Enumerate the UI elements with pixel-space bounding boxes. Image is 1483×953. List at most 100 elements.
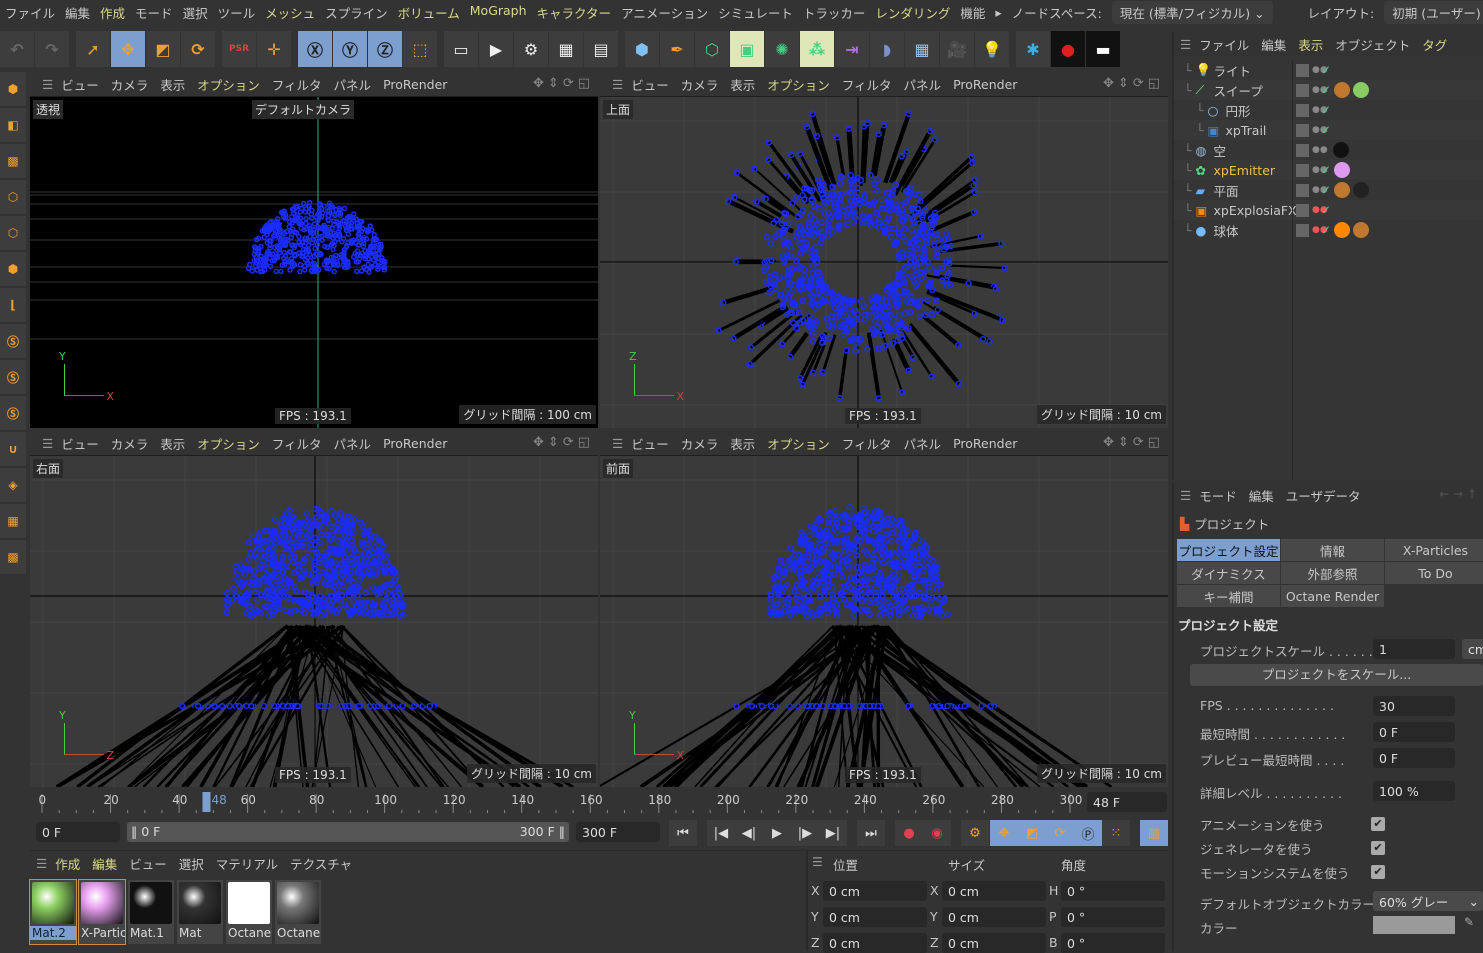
- om-menu-item[interactable]: タグ: [1422, 35, 1447, 54]
- select-tool-icon[interactable]: ➚: [76, 31, 110, 67]
- cloner-icon[interactable]: ✺: [765, 31, 799, 67]
- object-row[interactable]: └○円形●●✓: [1174, 100, 1483, 120]
- object-row[interactable]: └▣xpExplosiaFX●●✓: [1174, 200, 1483, 220]
- nav-arrows-icon[interactable]: ← → ↑: [1439, 487, 1477, 501]
- timeline-window-icon[interactable]: ▥: [1140, 820, 1168, 846]
- mat-menu-item[interactable]: 作成: [55, 854, 80, 873]
- material-thumbnail[interactable]: Mat.2: [30, 880, 76, 944]
- viewport-4[interactable]: ☰ビューカメラ表示オプションフィルタパネルProRender✥⇕⟳◱前面FPS …: [600, 431, 1168, 787]
- enabled-check-icon[interactable]: ✓: [1321, 103, 1331, 117]
- end-frame-field[interactable]: 300 F: [576, 822, 660, 842]
- preview-min-field[interactable]: 0 F: [1373, 748, 1455, 768]
- viewport-canvas[interactable]: 右面FPS : 193.1グリッド間隔 : 10 cmYZ: [30, 456, 598, 787]
- coordinate-field[interactable]: 0 °: [1061, 933, 1165, 953]
- menu-icon[interactable]: ☰: [42, 436, 53, 451]
- viewport-menu-item[interactable]: オプション: [767, 434, 830, 453]
- viewport-menu-item[interactable]: ProRender: [383, 436, 447, 451]
- viewport-nav-icons[interactable]: ✥⇕⟳◱: [533, 76, 594, 91]
- subdivision-icon[interactable]: ⬡: [695, 31, 729, 67]
- viewport-menu-item[interactable]: パネル: [904, 75, 942, 94]
- enabled-check-icon[interactable]: ✓: [1321, 223, 1331, 237]
- layer-icon[interactable]: [1296, 164, 1309, 177]
- viewport-nav-icons[interactable]: ✥⇕⟳◱: [533, 435, 594, 450]
- tag-icon[interactable]: [1334, 182, 1350, 198]
- prev-frame-icon[interactable]: ◀|: [735, 820, 763, 846]
- workplane-icon[interactable]: ◈: [0, 468, 26, 502]
- viewport-menu-item[interactable]: 表示: [730, 75, 755, 94]
- viewport-menu-item[interactable]: オプション: [197, 434, 260, 453]
- coordinate-field[interactable]: 0 cm: [942, 881, 1046, 901]
- object-row[interactable]: └●球体●●✓: [1174, 220, 1483, 240]
- visibility-dots-icon[interactable]: ●●: [1312, 147, 1318, 153]
- viewport-menu-item[interactable]: カメラ: [681, 434, 719, 453]
- menu-item[interactable]: シミュレート: [718, 3, 793, 22]
- points-mode-icon[interactable]: ⬡: [0, 180, 26, 214]
- viewport-menu-item[interactable]: 表示: [730, 434, 755, 453]
- viewport-menu-item[interactable]: フィルタ: [272, 75, 322, 94]
- am-menu-item[interactable]: ユーザデータ: [1286, 486, 1361, 505]
- layer-icon[interactable]: [1296, 124, 1309, 137]
- viewport-menu-item[interactable]: パネル: [334, 75, 372, 94]
- layer-icon[interactable]: [1296, 224, 1309, 237]
- viewport-menu-item[interactable]: カメラ: [111, 434, 149, 453]
- menu-icon[interactable]: ☰: [612, 77, 623, 92]
- octane-light-icon[interactable]: ▬: [1086, 31, 1120, 67]
- menu-icon[interactable]: ☰: [1180, 488, 1191, 503]
- key-position-icon[interactable]: ✥: [990, 820, 1018, 846]
- material-thumbnail[interactable]: Octane: [275, 880, 321, 944]
- menu-item[interactable]: トラッカー: [803, 3, 866, 22]
- prev-key-icon[interactable]: |◀: [707, 820, 735, 846]
- layer-icon[interactable]: [1296, 184, 1309, 197]
- lod-field[interactable]: 100 %: [1373, 781, 1455, 801]
- make-editable-icon[interactable]: ⬢: [0, 72, 26, 106]
- menu-icon[interactable]: ☰: [612, 436, 623, 451]
- key-scale-icon[interactable]: ◩: [1018, 820, 1046, 846]
- tag-icon[interactable]: [1353, 182, 1369, 198]
- layer-icon[interactable]: [1296, 104, 1309, 117]
- material-thumbnail[interactable]: Octane: [226, 880, 272, 944]
- scale-project-button[interactable]: プロジェクトをスケール...: [1190, 664, 1483, 686]
- current-frame-field[interactable]: 48 F: [1087, 792, 1167, 812]
- layer-icon[interactable]: [1296, 84, 1309, 97]
- attribute-tab[interactable]: Octane Render: [1281, 585, 1385, 607]
- viewport-menu-item[interactable]: フィルタ: [842, 75, 892, 94]
- use-animation-checkbox[interactable]: ✔: [1371, 817, 1385, 831]
- enabled-check-icon[interactable]: ✓: [1321, 83, 1331, 97]
- tag-icon[interactable]: [1333, 142, 1349, 158]
- mat-menu-item[interactable]: ビュー: [129, 854, 167, 873]
- mat-menu-item[interactable]: テクスチャ: [290, 854, 352, 873]
- go-to-start-icon[interactable]: ⏮: [669, 820, 697, 846]
- redo-icon[interactable]: ↷: [35, 31, 69, 67]
- layer-icon[interactable]: [1296, 204, 1309, 217]
- menu-icon[interactable]: ☰: [42, 77, 53, 92]
- attribute-tab[interactable]: X-Particles: [1385, 539, 1483, 561]
- coordinate-field[interactable]: 0 cm: [823, 933, 927, 953]
- snap-settings-icon[interactable]: Ⓢ: [0, 360, 26, 394]
- cube-icon[interactable]: ⬢: [625, 31, 659, 67]
- viewport-menu-item[interactable]: 表示: [160, 75, 185, 94]
- object-row[interactable]: └⟋スイープ●●✓: [1174, 80, 1483, 100]
- viewport-menu-item[interactable]: フィルタ: [842, 434, 892, 453]
- menu-item[interactable]: 作成: [100, 3, 125, 22]
- next-key-icon[interactable]: ▶|: [819, 820, 847, 846]
- octane-render-icon[interactable]: ●: [1051, 31, 1085, 67]
- attribute-tab[interactable]: 外部参照: [1281, 562, 1385, 584]
- coordinate-field[interactable]: 0 cm: [823, 907, 927, 927]
- psr-icon[interactable]: PSR: [222, 31, 256, 67]
- viewport-canvas[interactable]: 透視デフォルトカメラFPS : 193.1グリッド間隔 : 100 cmYX: [30, 97, 598, 428]
- viewport-canvas[interactable]: 上面FPS : 193.1グリッド間隔 : 10 cmZX: [600, 97, 1168, 428]
- play-icon[interactable]: ▶: [763, 820, 791, 846]
- tag-icon[interactable]: [1353, 82, 1369, 98]
- attribute-tab[interactable]: ダイナミクス: [1177, 562, 1281, 584]
- undo-icon[interactable]: ↶: [0, 31, 34, 67]
- deformer-icon[interactable]: ⇥: [835, 31, 869, 67]
- coordinate-field[interactable]: 0 cm: [942, 933, 1046, 953]
- start-frame-field[interactable]: 0 F: [36, 822, 120, 842]
- rotate-tool-icon[interactable]: ⟳: [181, 31, 215, 67]
- coordinate-field[interactable]: 0 cm: [823, 881, 927, 901]
- object-row[interactable]: └◍空●●: [1174, 140, 1483, 160]
- menu-item[interactable]: 編集: [65, 3, 90, 22]
- key-rotation-icon[interactable]: ⟳: [1046, 820, 1074, 846]
- om-menu-item[interactable]: 表示: [1298, 35, 1323, 54]
- go-to-end-icon[interactable]: ⏭: [857, 820, 885, 846]
